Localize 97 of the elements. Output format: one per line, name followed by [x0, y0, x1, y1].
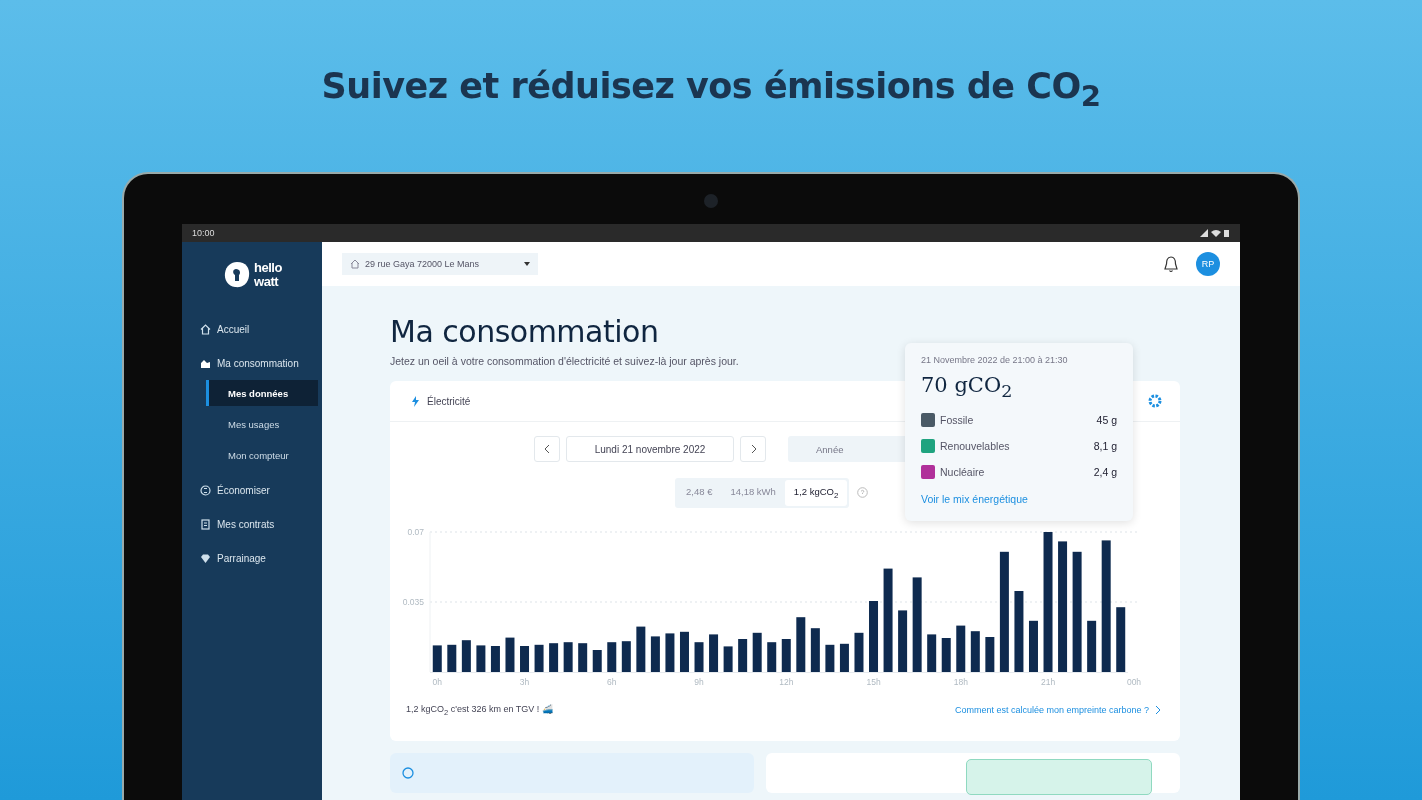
chart-bar[interactable] [912, 577, 922, 672]
nav-item[interactable]: Économiser [182, 473, 322, 507]
house-icon [200, 357, 211, 369]
chart-bar[interactable] [898, 610, 908, 672]
nav-item[interactable]: Ma consommation [182, 346, 322, 380]
chart-bar[interactable] [1072, 551, 1082, 672]
home-icon [200, 323, 211, 335]
chart-bar[interactable] [592, 649, 602, 672]
chart-bar[interactable] [723, 646, 733, 672]
nav-subitem[interactable]: Mon compteur [206, 442, 318, 468]
chart-bar[interactable] [709, 634, 719, 672]
energy-tab[interactable]: Électricité [412, 395, 471, 407]
address-dropdown[interactable]: 29 rue Gaya 72000 Le Mans [342, 253, 538, 275]
chart-bar[interactable] [505, 637, 515, 672]
lightning-icon [412, 395, 419, 407]
chart-bar[interactable] [447, 644, 457, 672]
bell-icon[interactable] [1164, 255, 1178, 273]
source-name: Nucléaire [940, 466, 985, 479]
x-tick-label: 3h [519, 676, 530, 687]
chart-bar[interactable] [490, 645, 500, 672]
document-icon [200, 518, 211, 530]
chart-bar[interactable] [810, 628, 820, 672]
equivalence-text: 1,2 kgCO$_{2}$ c'est 326 km en TGV ! 🚄 [406, 703, 553, 717]
chart-bar[interactable] [563, 642, 573, 672]
logo-text: watt [254, 275, 280, 289]
chart-bar[interactable] [825, 644, 835, 672]
chart-bar[interactable] [854, 632, 864, 672]
chart-bar[interactable] [752, 632, 762, 672]
chart-bar[interactable] [1116, 607, 1126, 672]
chevron-right-icon [1155, 706, 1160, 715]
source-value: 45 g [1096, 414, 1117, 427]
chart-bar[interactable] [985, 636, 995, 672]
chart-bar[interactable] [607, 642, 617, 672]
chart-bar[interactable] [432, 645, 442, 672]
chart-bar[interactable] [738, 638, 748, 672]
chart-bar[interactable] [781, 638, 791, 672]
chart-bar[interactable] [636, 626, 646, 672]
source-name: Fossile [940, 414, 974, 427]
system-icons [1200, 229, 1230, 237]
chevron-left-icon [544, 445, 550, 453]
chart-bar[interactable] [839, 643, 849, 672]
source-value: 2,4 g [1093, 466, 1117, 479]
caret-icon [524, 262, 530, 266]
y-tick-label: 0.035 [402, 596, 424, 607]
chart-bar[interactable] [534, 644, 544, 672]
chart-bar[interactable] [650, 636, 660, 672]
chart-bar[interactable] [956, 625, 966, 672]
settings-icon[interactable] [1148, 394, 1162, 408]
nav-item[interactable]: Mes contrats [182, 507, 322, 541]
chart-bar[interactable] [1058, 541, 1068, 672]
nav-item[interactable]: Parrainage [182, 541, 322, 575]
coin-icon [200, 484, 211, 496]
chart-bar[interactable] [461, 640, 471, 672]
x-tick-label: 6h [607, 676, 617, 687]
gift-icon [200, 552, 211, 564]
x-tick-label: 21h [1040, 676, 1056, 687]
nav-item[interactable]: Accueil [182, 312, 322, 346]
camera-icon [704, 194, 718, 208]
source-name: Renouvelables [940, 440, 1010, 453]
page-title: Ma consommation [390, 314, 660, 349]
logo-text: hello [254, 261, 282, 275]
x-tick-label: 00h [1126, 676, 1142, 687]
chart-bar[interactable] [549, 643, 559, 672]
source-value: 8,1 g [1093, 440, 1117, 453]
x-tick-label: 15h [866, 676, 881, 687]
chart-bar[interactable] [1101, 540, 1111, 672]
date-field[interactable]: Lundi 21 novembre 2022 [566, 436, 734, 462]
page-subtitle: Jetez un oeil à votre consommation d'électricité et suivez-là jour après jour. [390, 355, 739, 367]
period-tab[interactable]: Année [788, 436, 872, 462]
headline: Suivez et réduisez vos émissions de CO$_{2}$ [321, 66, 1101, 115]
x-tick-label: 0h [432, 676, 442, 687]
chart-bar[interactable] [999, 551, 1009, 672]
tooltip-total: 70 gCO$_{2}$ [921, 373, 1014, 402]
home-icon [350, 259, 360, 269]
y-tick-label: 0.07 [407, 526, 424, 537]
x-tick-label: 18h [953, 676, 968, 687]
chevron-right-icon [750, 445, 756, 453]
tooltip-period: 21 Novembre 2022 de 21:00 à 21:30 [921, 355, 1069, 365]
status-time: 10:00 [192, 228, 215, 238]
info-icon [402, 766, 414, 779]
chart-bar[interactable] [767, 642, 777, 672]
x-tick-label: 9h [694, 676, 704, 687]
chart-bar[interactable] [970, 631, 980, 672]
x-tick-label: 12h [779, 676, 794, 687]
chart-bar[interactable] [796, 617, 806, 672]
method-link[interactable]: Comment est calculée mon empreinte carbone ? [954, 705, 1149, 716]
chart-bar[interactable] [520, 645, 529, 672]
chart-bar[interactable] [680, 631, 689, 672]
unit-tab[interactable]: 1,2 kgCO$_{2}$ [784, 480, 848, 506]
chart-bar[interactable] [1087, 620, 1097, 672]
chart-bar[interactable] [941, 637, 951, 672]
chart-bar[interactable] [621, 641, 631, 672]
nav-subitem[interactable]: Mes usages [206, 411, 318, 437]
chart-bar[interactable] [927, 634, 937, 672]
chart-bar[interactable] [578, 643, 588, 672]
chart-bar[interactable] [476, 645, 486, 672]
nav-subitem[interactable]: Mes données [206, 380, 318, 406]
